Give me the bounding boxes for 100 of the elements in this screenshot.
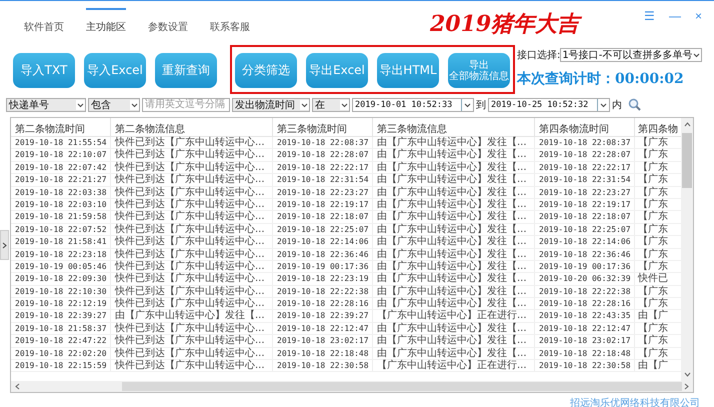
range-select[interactable]: 在: [312, 98, 350, 112]
table-cell: 2019-10-18 22:21:27: [11, 174, 111, 186]
table-cell: 由【广东中山转运中心】发往【...: [373, 260, 535, 272]
table-cell: 快件已到达【广东中山转运中心...: [111, 348, 273, 360]
table-cell: 2019-10-18 22:30:58: [273, 360, 373, 372]
to-label: 到: [476, 98, 486, 112]
table-cell-text: 由【广: [637, 360, 669, 372]
table-cell: 快件已到达【广东中山转运中心...: [111, 186, 273, 198]
query-timer: 本次查询计时：00:00:02: [517, 70, 685, 88]
column-header[interactable]: 第四条物: [635, 118, 681, 136]
table-cell: 2019-10-18 22:09:30: [11, 273, 111, 285]
table-cell: 2019-10-18 22:08:37: [535, 137, 635, 148]
column-header[interactable]: 第二条物流时间: [11, 118, 111, 136]
table-cell: 快件已到达【广东中山转运中心...: [111, 260, 273, 272]
table-cell: 快件已到达【广东中山转运中心...: [111, 322, 273, 334]
column-header[interactable]: 第三条物流信息: [373, 118, 535, 136]
table-cell-text: 【广东: [637, 298, 669, 310]
table-cell: 2019-10-18 22:22:17: [535, 162, 635, 174]
search-icon[interactable]: [628, 98, 641, 111]
table-cell: 2019-10-18 21:59:58: [11, 211, 111, 223]
table-cell: 快件已到达【广东中山转运中心...: [111, 248, 273, 260]
field-select[interactable]: 快递单号: [6, 98, 86, 112]
scrollbar-thumb[interactable]: [122, 382, 682, 391]
table-cell: 由【广东中山转运中心】发往【...: [373, 224, 535, 236]
date-to-picker[interactable]: 2019-10-25 10:52:32: [488, 98, 610, 112]
date-from-picker[interactable]: 2019-10-01 10:52:33: [352, 98, 474, 112]
table-cell: 由【广东中山转运中心】发往【...: [373, 248, 535, 260]
table-cell: 2019-10-18 22:25:07: [535, 224, 635, 236]
table-cell: 快件已到达【广东中山转运中心...: [111, 198, 273, 210]
number-input[interactable]: 请用英文逗号分隔: [142, 98, 230, 112]
table-cell-text: 【广东: [637, 348, 669, 360]
table-cell: 由【广东中山转运中心】发往【...: [373, 149, 535, 161]
table-cell: 2019-10-18 22:12:19: [11, 298, 111, 310]
table-cell: 2019-10-18 21:58:37: [11, 322, 111, 334]
table-cell: 由【广东中山转运中心】发往【...: [373, 335, 535, 347]
table-cell: 2019-10-18 22:19:17: [273, 198, 373, 210]
table-cell: 2019-10-18 22:10:07: [11, 149, 111, 161]
table-cell: 2019-10-18 22:25:07: [273, 224, 373, 236]
table-cell: 由【广东中山转运中心】发往【...: [373, 211, 535, 223]
table-cell-text: 【广东: [637, 211, 669, 223]
table-cell-text: 【广东: [637, 137, 669, 148]
within-label: 内: [612, 98, 622, 112]
dropdown-icon: [76, 100, 85, 110]
collapse-handle[interactable]: [0, 230, 9, 260]
table-cell: 【广东中山转运中心】正在进行...: [373, 310, 535, 322]
dropdown-icon: [130, 100, 139, 110]
table-cell: 2019-10-18 22:23:27: [535, 186, 635, 198]
table-cell: 由【广东中山转运中心】发往【...: [373, 273, 535, 285]
table-cell: 2019-10-19 00:17:36: [535, 260, 635, 272]
column-header[interactable]: 第三条物流时间: [273, 118, 373, 136]
nav-tab[interactable]: 参数设置: [148, 8, 188, 34]
table-cell: 快件已到达【广东中山转运中心...: [111, 162, 273, 174]
table-cell: 2019-10-18 22:03:38: [11, 186, 111, 198]
horizontal-scrollbar[interactable]: [11, 381, 693, 392]
table-cell: 2019-10-18 22:39:27: [11, 310, 111, 322]
table-cell: 由【广东中山转运中心】发往【...: [373, 174, 535, 186]
table-cell: 2019-10-18 21:58:41: [11, 236, 111, 248]
table-cell: 2019-10-18 22:18:48: [535, 348, 635, 360]
table-cell: 2019-10-18 22:07:52: [11, 224, 111, 236]
time-field-select[interactable]: 发出物流时间: [232, 98, 310, 112]
nav-tab[interactable]: 联系客服: [210, 8, 250, 34]
match-select[interactable]: 包含: [88, 98, 140, 112]
table-cell: 由【广东中山转运中心】发往【...: [373, 137, 535, 148]
table-cell: 由【广东中山转运中心】发往【...: [111, 310, 273, 322]
column-header[interactable]: 第四条物流时间: [535, 118, 635, 136]
table-cell: 由【广东中山转运中心】发往【...: [373, 162, 535, 174]
table-cell-text: 【广东: [637, 260, 669, 272]
table-cell: 由【广东中山转运中心】发往【...: [373, 298, 535, 310]
table-cell: 2019-10-18 23:02:17: [535, 335, 635, 347]
table-cell: 2019-10-18 22:23:27: [273, 186, 373, 198]
table-cell: 快件已到达【广东中山转运中心...: [111, 211, 273, 223]
table-cell: 由【广东中山转运中心】发往【...: [373, 186, 535, 198]
table-cell: 2019-10-18 22:22:38: [273, 286, 373, 298]
table-cell: 2019-10-18 22:30:58: [535, 360, 635, 372]
dropdown-icon: [461, 98, 473, 110]
table-cell: 由【广东中山转运中心】发往【...: [373, 322, 535, 334]
table-cell: 快件已到达【广东中山转运中心...: [111, 149, 273, 161]
nav-tab[interactable]: 主功能区: [86, 8, 126, 34]
window-control[interactable]: —: [666, 9, 683, 23]
scrollbar-thumb[interactable]: [682, 133, 692, 188]
table-cell: 2019-10-19 00:05:46: [11, 260, 111, 272]
table-cell: 2019-10-19 00:17:36: [273, 260, 373, 272]
table-cell: 快件已到达【广东中山转运中心...: [111, 298, 273, 310]
table-cell: 2019-10-18 22:15:59: [11, 360, 111, 372]
table-cell: 2019-10-18 22:19:17: [535, 198, 635, 210]
column-header[interactable]: 第二条物流信息: [111, 118, 273, 136]
vertical-scrollbar[interactable]: [681, 118, 693, 381]
table-cell: 2019-10-18 22:47:22: [11, 335, 111, 347]
table-cell: 2019-10-18 22:18:07: [273, 211, 373, 223]
interface-select[interactable]: 1号接口-不可以查拼多多单号: [560, 48, 702, 62]
table-cell: 2019-10-18 22:39:27: [273, 310, 373, 322]
table-cell: 快件已到达【广东中山转运中心...: [111, 137, 273, 148]
dropdown-icon: [340, 100, 349, 110]
dropdown-icon: [597, 98, 609, 110]
table-cell: 2019-10-18 22:22:17: [273, 162, 373, 174]
table-cell: 由【广东中山转运中心】发往【...: [373, 198, 535, 210]
nav-tab[interactable]: 软件首页: [24, 8, 64, 34]
table-cell: 2019-10-18 22:08:37: [273, 137, 373, 148]
table-cell: 快件已到达【广东中山转运中心...: [111, 335, 273, 347]
table-cell: 2019-10-18 22:31:54: [535, 174, 635, 186]
